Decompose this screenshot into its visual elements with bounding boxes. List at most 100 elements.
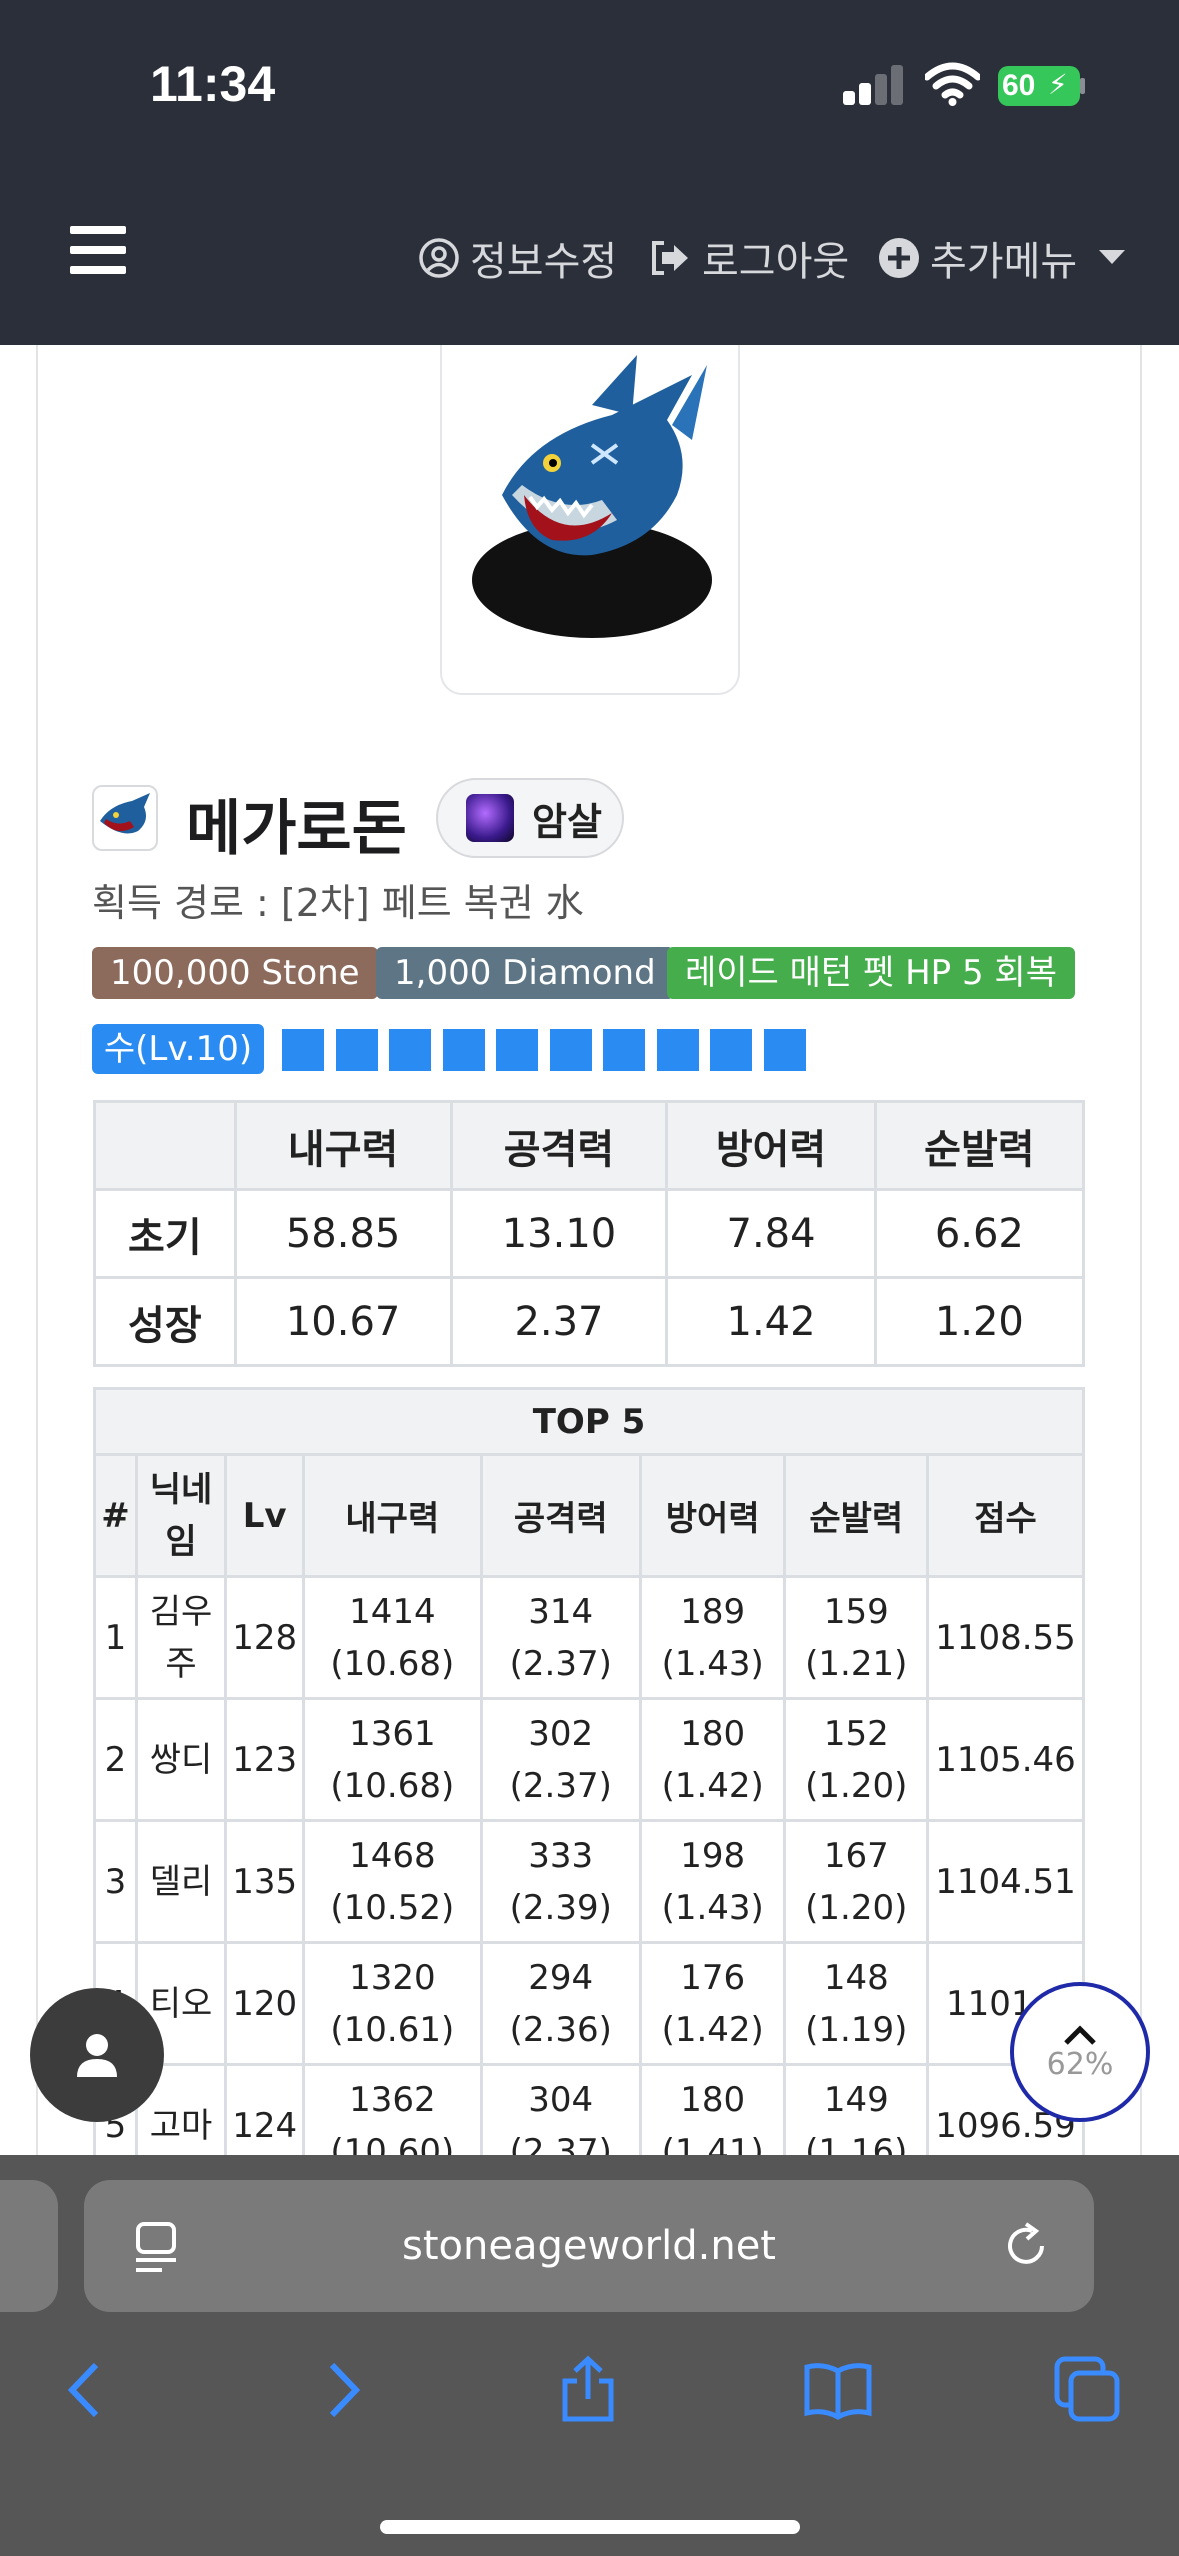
top5-growth: (10.61) — [330, 2009, 455, 2050]
top5-cell-rank: 2 — [93, 1697, 138, 1822]
top5-growth: (1.21) — [805, 1643, 908, 1684]
user-floating-button[interactable] — [30, 1988, 164, 2122]
scroll-to-top-button[interactable]: 62% — [1010, 1982, 1150, 2122]
raid-effect-chip: 레이드 매턴 펫 HP 5 회복 — [667, 947, 1075, 999]
top5-value: 333 — [528, 1835, 594, 1876]
top5-growth: (10.52) — [330, 1887, 455, 1928]
top5-growth: (1.43) — [661, 1643, 764, 1684]
stats-col-def: 방어력 — [665, 1100, 877, 1191]
top5-row: 2 쌍디 123 1361 (10.68) 302 (2.37) 180 (1.42) 152 (1… — [93, 1697, 1085, 1822]
top5-header: 닉네임 — [134, 1453, 228, 1578]
top5-cell-hp: 1320 (10.61) — [302, 1941, 483, 2066]
nav-profile-edit[interactable]: 정보수정 — [418, 230, 617, 286]
forward-icon[interactable] — [306, 2355, 376, 2425]
top5-cell-lv: 120 — [224, 1941, 306, 2066]
nav-profile-label: 정보수정 — [470, 239, 618, 285]
price-diamond-chip: 1,000 Diamond — [376, 947, 674, 999]
top5-cell-hp: 1468 (10.52) — [302, 1819, 483, 1944]
top5-value: 1320 — [349, 1957, 436, 1998]
top5-growth: (1.42) — [661, 1765, 764, 1806]
top5-value: 1104.51 — [935, 1861, 1076, 1902]
bookmarks-icon[interactable] — [803, 2355, 873, 2425]
hamburger-icon[interactable] — [70, 226, 126, 276]
skill-badge[interactable]: 암살 — [436, 778, 624, 858]
top5-growth: (2.36) — [509, 2009, 612, 2050]
level-square — [549, 1029, 592, 1071]
top5-value: 135 — [232, 1861, 298, 1902]
wifi-icon — [925, 62, 980, 106]
tabs-icon[interactable] — [1053, 2355, 1123, 2425]
level-square — [496, 1029, 538, 1071]
top5-cell-agi: 148 (1.19) — [783, 1941, 930, 2066]
element-level-chip: 수(Lv.10) — [92, 1024, 264, 1074]
level-square — [710, 1029, 752, 1071]
level-square — [603, 1029, 645, 1071]
top5-row: 4티오1201320(10.61)294(2.36)176(1.42)148(1… — [93, 1941, 1085, 2066]
top5-value: 124 — [232, 2105, 298, 2146]
stats-cell: 10.67 — [233, 1276, 453, 1367]
price-stone-chip: 100,000 Stone — [92, 947, 378, 999]
assassinate-skill-icon — [466, 794, 514, 842]
top5-value: 3 — [104, 1861, 127, 1902]
stats-col-hp: 내구력 — [233, 1100, 453, 1191]
top5-growth: (2.39) — [509, 1887, 612, 1928]
stats-row-label: 초기 — [93, 1188, 237, 1279]
reload-icon[interactable] — [998, 2218, 1054, 2274]
top5-cell-score: 1105.46 — [926, 1697, 1085, 1822]
top5-cell-hp: 1361 (10.68) — [302, 1697, 483, 1822]
top5-value: 148 — [823, 1957, 889, 1998]
stats-cell: 13.10 — [449, 1188, 669, 1279]
top5-growth: (1.20) — [805, 1765, 908, 1806]
top5-growth: (10.68) — [330, 1643, 455, 1684]
top5-growth: (1.19) — [805, 2009, 908, 2050]
top5-value: 302 — [528, 1713, 594, 1754]
battery-nub — [1080, 78, 1085, 94]
top5-row: 1 김우주 128 1414 (10.68) 314 (2.37) 189 (1.43) 159 (… — [93, 1575, 1085, 1700]
top5-value: 198 — [680, 1835, 746, 1876]
top5-growth: (1.43) — [661, 1887, 764, 1928]
top5-value: 180 — [680, 2079, 746, 2120]
level-square — [282, 1029, 324, 1071]
top5-value: 128 — [232, 1617, 298, 1658]
top5-value: 180 — [680, 1713, 746, 1754]
level-square — [442, 1029, 485, 1071]
back-icon[interactable] — [52, 2355, 122, 2425]
nav-more-menu[interactable]: 추가메뉴 — [878, 230, 1126, 286]
top5-cell-agi: 167 (1.20) — [783, 1819, 930, 1944]
page-menu-icon[interactable] — [132, 2218, 180, 2274]
top5-growth: (1.42) — [661, 2009, 764, 2050]
top5-value: 149 — [823, 2079, 889, 2120]
top5-value: 120 — [232, 1983, 298, 2024]
previous-tab-peek[interactable] — [0, 2180, 58, 2312]
pet-thumbnail-icon — [92, 785, 158, 851]
top5-cell-lv: 123 — [224, 1697, 306, 1822]
top5-cell-def: 189 (1.43) — [638, 1575, 787, 1700]
address-bar[interactable]: stoneageworld.net — [84, 2180, 1094, 2312]
scroll-percent: 62% — [1046, 2046, 1114, 2082]
stats-cell: 7.84 — [665, 1188, 877, 1279]
stats-row-growth: 성장 10.67 2.37 1.42 1.20 — [93, 1276, 1086, 1367]
top5-value: 304 — [528, 2079, 594, 2120]
top5-value: 고마 — [149, 2105, 213, 2146]
top5-cell-lv: 135 — [224, 1819, 306, 1944]
top5-cell-atk: 294 (2.36) — [479, 1941, 642, 2066]
shark-pet-image — [472, 355, 712, 638]
top5-header: 점수 — [926, 1453, 1085, 1578]
nav-logout[interactable]: 로그아웃 — [648, 230, 849, 286]
top5-value: 1 — [104, 1617, 127, 1658]
stats-col-atk: 공격력 — [449, 1100, 669, 1191]
top5-value: 159 — [823, 1591, 889, 1632]
share-icon[interactable] — [553, 2355, 623, 2425]
top5-header: Lv — [224, 1453, 306, 1578]
logout-icon — [648, 237, 692, 279]
skill-label: 암살 — [532, 799, 602, 844]
level-square — [763, 1029, 806, 1071]
top5-cell-atk: 333 (2.39) — [479, 1819, 642, 1944]
charging-bolt-icon: ⚡ — [1048, 68, 1068, 101]
top5-header: # — [93, 1453, 138, 1578]
top5-value: 176 — [680, 1957, 746, 1998]
user-circle-icon — [418, 237, 460, 279]
app-header — [0, 0, 1179, 345]
url-text: stoneageworld.net — [402, 2223, 776, 2269]
chevron-up-icon — [1064, 2024, 1096, 2045]
